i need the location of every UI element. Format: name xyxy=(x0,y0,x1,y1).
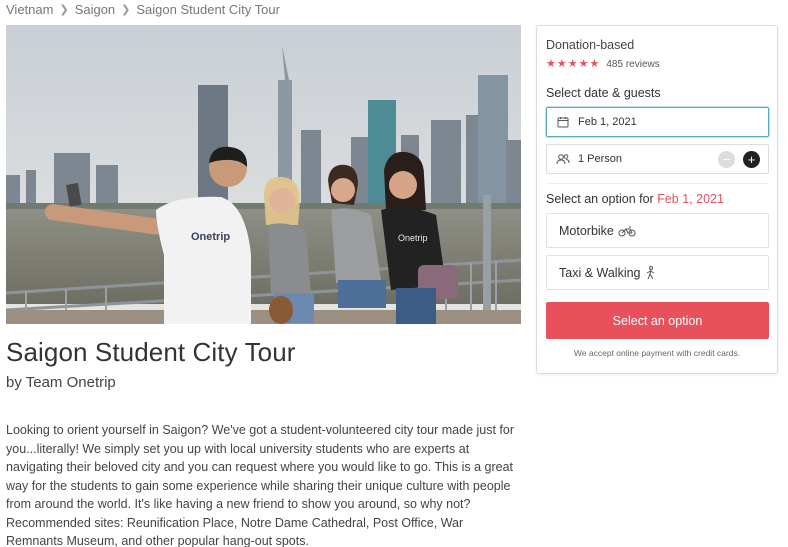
breadcrumb-vietnam[interactable]: Vietnam xyxy=(6,2,53,17)
calendar-icon xyxy=(556,115,570,129)
option-label-date: Feb 1, 2021 xyxy=(657,192,724,206)
tour-hero-photo: Onetrip Onetrip xyxy=(6,25,521,324)
breadcrumb-saigon[interactable]: Saigon xyxy=(75,2,115,17)
star-icon: ★ xyxy=(589,58,600,70)
people-icon xyxy=(556,152,570,166)
rating: ★ ★ ★ ★ ★ 485 reviews xyxy=(546,58,660,70)
hero-shirt-text-2: Onetrip xyxy=(398,233,428,243)
date-guests-label: Select date & guests xyxy=(546,86,661,100)
price-label: Donation-based xyxy=(546,38,635,52)
select-option-button[interactable]: Select an option xyxy=(546,302,769,339)
chevron-right-icon: ❯ xyxy=(121,4,131,16)
guests-value: 1 Person xyxy=(578,153,623,165)
option-label: Select an option for Feb 1, 2021 xyxy=(546,192,724,206)
chevron-right-icon: ❯ xyxy=(59,4,69,16)
option-motorbike[interactable]: Motorbike xyxy=(546,213,769,248)
payment-note: We accept online payment with credit car… xyxy=(573,348,741,358)
option-taxi-walking[interactable]: Taxi & Walking xyxy=(546,255,769,290)
date-field[interactable]: Feb 1, 2021 xyxy=(546,107,769,137)
tour-description: Looking to orient yourself in Saigon? We… xyxy=(6,423,515,547)
guests-field[interactable]: 1 Person − + xyxy=(546,144,769,174)
walking-icon xyxy=(645,265,657,280)
breadcrumb: Vietnam ❯ Saigon ❯ Saigon Student City T… xyxy=(6,2,280,17)
tour-title: Saigon Student City Tour xyxy=(6,337,296,367)
star-icon: ★ xyxy=(556,58,567,70)
reviews-count[interactable]: 485 reviews xyxy=(606,59,659,70)
option-motorbike-label: Motorbike xyxy=(559,223,614,238)
breadcrumb-current[interactable]: Saigon Student City Tour xyxy=(136,2,280,17)
date-value: Feb 1, 2021 xyxy=(578,116,637,128)
decrease-guests-button[interactable]: − xyxy=(718,151,735,168)
star-icon: ★ xyxy=(578,58,589,70)
star-icon: ★ xyxy=(567,58,578,70)
divider xyxy=(546,183,769,184)
hero-shirt-text: Onetrip xyxy=(191,231,230,243)
motorbike-icon xyxy=(618,225,636,237)
option-label-prefix: Select an option for xyxy=(546,192,654,206)
option-taxi-walking-label: Taxi & Walking xyxy=(559,265,641,280)
increase-guests-button[interactable]: + xyxy=(743,151,760,168)
booking-panel: Donation-based ★ ★ ★ ★ ★ 485 reviews Sel… xyxy=(536,25,778,374)
tour-byline: by Team Onetrip xyxy=(6,374,116,391)
star-icon: ★ xyxy=(546,58,556,70)
guests-stepper: − + xyxy=(718,151,760,168)
